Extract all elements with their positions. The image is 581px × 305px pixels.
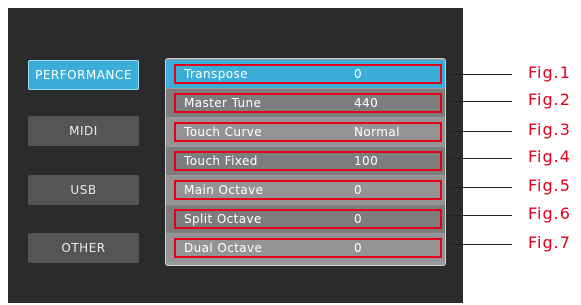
sidebar-item-performance[interactable]: PERFORMANCE — [28, 60, 139, 90]
callout-line — [446, 187, 512, 188]
fig-label-1: Fig.1 — [528, 63, 571, 82]
callout-line — [446, 74, 512, 75]
sidebar-item-other[interactable]: OTHER — [28, 233, 139, 263]
setting-row-split-octave[interactable]: Split Octave 0 — [166, 205, 445, 233]
setting-row-touch-curve[interactable]: Touch Curve Normal — [166, 118, 445, 146]
setting-row-touch-fixed[interactable]: Touch Fixed 100 — [166, 147, 445, 175]
highlight-box — [174, 122, 442, 142]
settings-list: Transpose 0 Master Tune 440 Touch Curve … — [165, 58, 446, 266]
highlight-box — [174, 209, 442, 229]
callout-line — [446, 131, 512, 132]
fig-label-5: Fig.5 — [528, 176, 571, 195]
setting-row-transpose[interactable]: Transpose 0 — [166, 60, 445, 88]
fig-label-7: Fig.7 — [528, 233, 571, 252]
fig-label-3: Fig.3 — [528, 120, 571, 139]
highlight-box — [174, 151, 442, 171]
setting-row-master-tune[interactable]: Master Tune 440 — [166, 89, 445, 117]
setting-row-main-octave[interactable]: Main Octave 0 — [166, 176, 445, 204]
setting-row-dual-octave[interactable]: Dual Octave 0 — [166, 234, 445, 262]
fig-label-6: Fig.6 — [528, 204, 571, 223]
callout-line — [446, 158, 512, 159]
sidebar-item-usb[interactable]: USB — [28, 175, 139, 205]
sidebar-item-midi[interactable]: MIDI — [28, 116, 139, 146]
highlight-box — [174, 238, 442, 258]
callout-line — [446, 215, 512, 216]
highlight-box — [174, 180, 442, 200]
fig-label-4: Fig.4 — [528, 147, 571, 166]
highlight-box — [174, 64, 442, 84]
fig-label-2: Fig.2 — [528, 90, 571, 109]
highlight-box — [174, 93, 442, 113]
callout-line — [446, 244, 512, 245]
callout-line — [446, 101, 512, 102]
